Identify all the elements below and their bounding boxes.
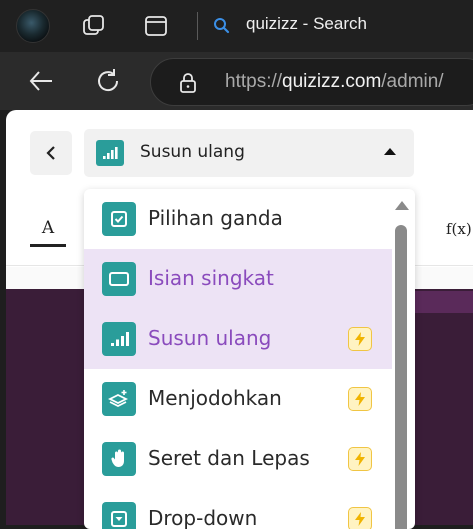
tab-title[interactable]: quizizz - Search — [246, 14, 367, 34]
tab-actions-icon[interactable] — [142, 12, 170, 40]
address-bar[interactable]: https://quizizz.com/admin/ — [150, 58, 473, 106]
checkbox-icon — [102, 202, 136, 236]
lightning-icon — [348, 447, 372, 471]
formula-button[interactable]: f(x) — [446, 220, 472, 238]
lightning-icon — [348, 327, 372, 351]
refresh-icon[interactable] — [93, 66, 123, 96]
dropdown-item-label: Seret dan Lepas — [148, 446, 310, 470]
dropdown-item-susun-ulang[interactable]: Susun ulang — [84, 309, 392, 369]
dropdown-item-seret-dan-lepas[interactable]: Seret dan Lepas — [84, 429, 392, 489]
question-type-select[interactable]: Susun ulang — [84, 129, 414, 177]
bars-icon — [102, 322, 136, 356]
dropdown-item-menjodohkan[interactable]: Menjodohkan — [84, 369, 392, 429]
dropdown-item-isian-singkat[interactable]: Isian singkat — [84, 249, 392, 309]
back-arrow-icon[interactable] — [26, 66, 56, 96]
url-text[interactable]: https://quizizz.com/admin/ — [225, 71, 444, 93]
profile-avatar[interactable] — [16, 9, 50, 43]
browser-titlebar: quizizz - Search — [0, 0, 473, 52]
text-format-button[interactable]: A — [30, 218, 66, 238]
answer-area-band — [406, 291, 473, 313]
search-icon — [214, 18, 230, 34]
dropdown-item-label: Pilihan ganda — [148, 206, 283, 230]
scrollbar-thumb[interactable] — [395, 225, 407, 529]
text-format-underline — [30, 244, 66, 247]
text-box-icon — [102, 262, 136, 296]
titlebar-divider — [197, 12, 198, 40]
dropdown-item-label: Isian singkat — [148, 266, 274, 290]
url-path: /admin/ — [381, 71, 444, 92]
caret-up-icon — [384, 148, 396, 155]
dropdown-item-pilihan-ganda[interactable]: Pilihan ganda — [84, 189, 392, 249]
question-type-value: Susun ulang — [140, 142, 245, 162]
dropdown-scrollbar[interactable] — [394, 201, 409, 529]
editor-back-button[interactable] — [30, 131, 72, 175]
browser-navbar: https://quizizz.com/admin/ — [0, 52, 473, 110]
hand-icon — [102, 442, 136, 476]
dropdown-item-label: Susun ulang — [148, 326, 272, 350]
dropdown-item-drop-down[interactable]: Drop-down — [84, 489, 392, 529]
lock-icon[interactable] — [177, 72, 199, 94]
url-prefix: https:// — [225, 71, 283, 92]
chevron-left-icon — [46, 146, 55, 160]
workspaces-icon[interactable] — [80, 12, 108, 40]
dropdown-item-label: Drop-down — [148, 506, 258, 529]
bars-icon — [96, 140, 124, 166]
question-type-dropdown: Pilihan ganda Isian singkat Susun ulang — [84, 189, 415, 529]
lightning-icon — [348, 387, 372, 411]
match-icon — [102, 382, 136, 416]
url-domain: quizizz.com — [282, 71, 382, 92]
lightning-icon — [348, 507, 372, 529]
scroll-up-arrow-icon[interactable] — [395, 201, 409, 210]
dropdown-item-label: Menjodohkan — [148, 386, 282, 410]
